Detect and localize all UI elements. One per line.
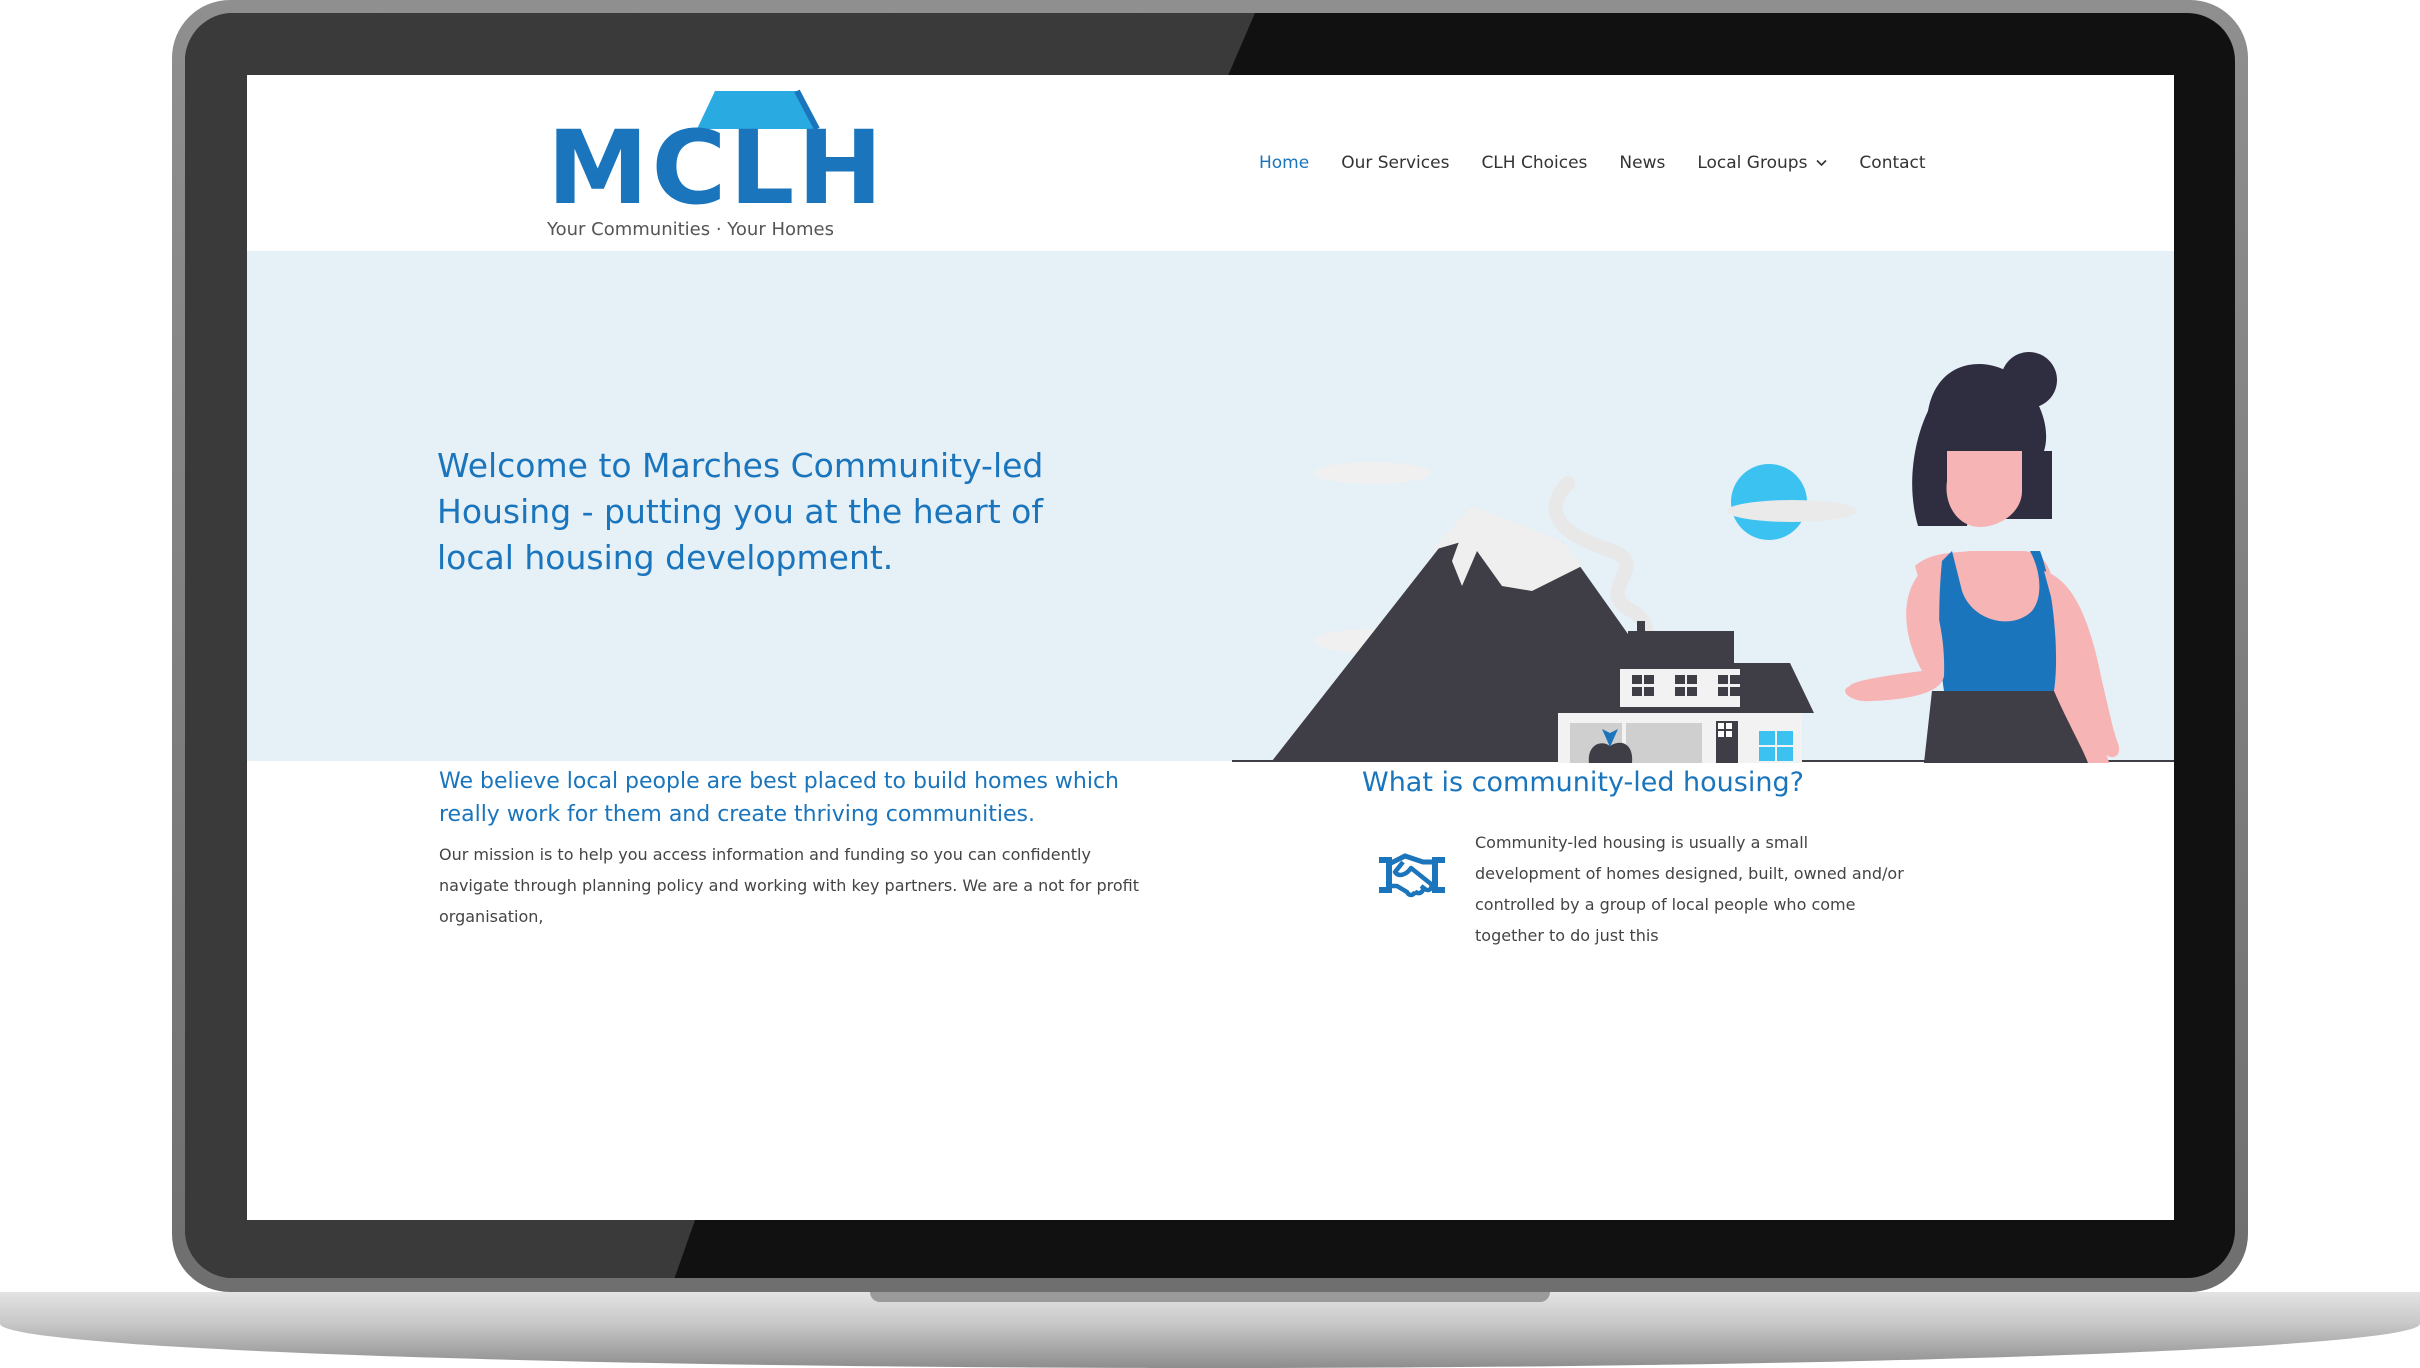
nav-item-label: Contact (1859, 153, 1926, 173)
nav-item-home[interactable]: Home (1259, 153, 1309, 173)
nav-item-clh-choices[interactable]: CLH Choices (1481, 153, 1587, 173)
nav-item-label: Our Services (1341, 153, 1450, 173)
hero-title: Welcome to Marches Community-led Housing… (437, 446, 1044, 577)
logo-tagline: Your Communities · Your Homes (547, 219, 834, 240)
handshake-icon (1379, 853, 1445, 898)
nav-item-local-groups[interactable]: Local Groups (1697, 153, 1827, 173)
chevron-down-icon (1816, 159, 1827, 167)
cloud-1 (1314, 462, 1430, 484)
intro-heading: We believe local people are best placed … (439, 769, 1120, 827)
woman-figure (1845, 352, 2120, 763)
nav-item-contact[interactable]: Contact (1859, 153, 1925, 173)
hero-illustration (1232, 352, 2174, 763)
nav-item-label: Home (1259, 153, 1310, 173)
site-header: MCLH Your Communities · Your Homes Home … (247, 75, 2174, 251)
nav-item-label: News (1619, 153, 1666, 173)
laptop-base (0, 1292, 2420, 1368)
website-screen: MCLH Your Communities · Your Homes Home … (247, 75, 2174, 1220)
nav-item-label: Local Groups (1697, 153, 1808, 173)
clh-heading: What is community-led housing? (1362, 767, 1804, 798)
main-navigation: Home Our Services CLH Choices News Local… (1259, 153, 1958, 173)
bezel-glare-bottom (185, 1220, 695, 1278)
clh-text: Community-led housing is usually a small… (1475, 833, 1904, 945)
intro-text: Our mission is to help you access inform… (439, 845, 1139, 926)
nav-item-our-services[interactable]: Our Services (1341, 153, 1449, 173)
laptop-base-notch (870, 1292, 1550, 1302)
nav-item-label: CLH Choices (1481, 153, 1588, 173)
bezel-glare-left (185, 13, 247, 1278)
bezel-glare-top (185, 13, 1255, 75)
site-logo[interactable]: MCLH Your Communities · Your Homes (547, 89, 883, 240)
logo-wordmark: MCLH (547, 109, 886, 228)
nav-item-news[interactable]: News (1619, 153, 1665, 173)
sun-cloud (1727, 500, 1857, 522)
